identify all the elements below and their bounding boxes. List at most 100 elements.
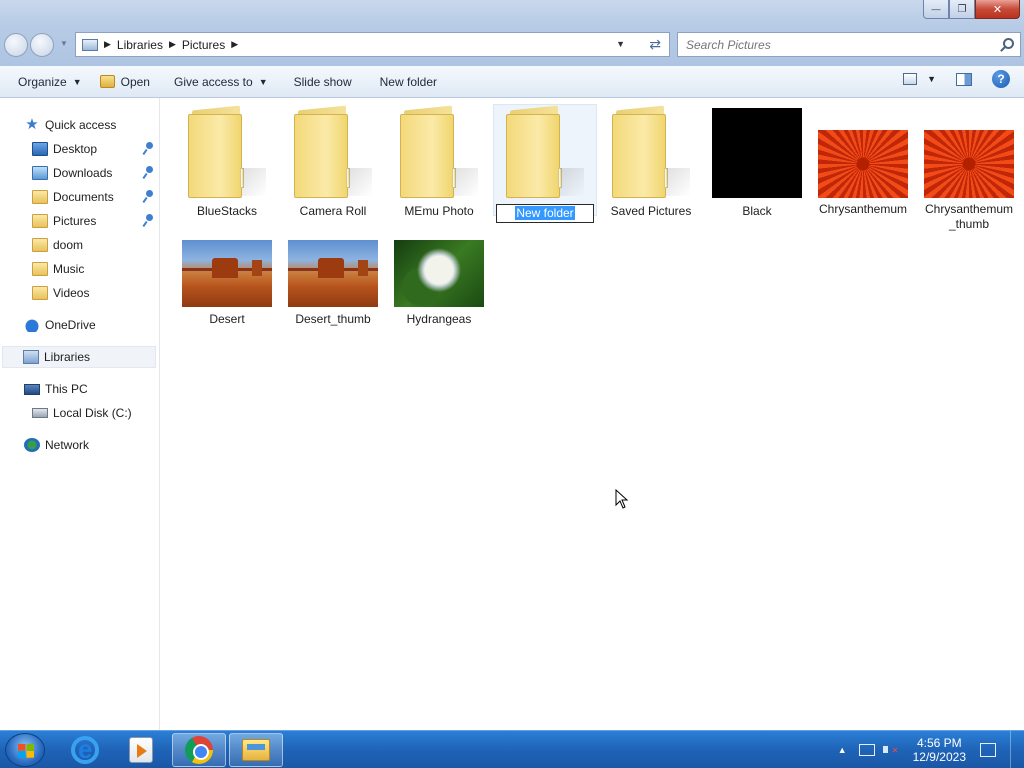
nav-item-desktop[interactable]: Desktop: [32, 138, 158, 160]
file-item[interactable]: Hydrangeas: [387, 240, 491, 327]
organize-button[interactable]: Organize ▼: [11, 70, 89, 94]
folder-icon: [184, 104, 270, 199]
downloads-folder-icon: [32, 166, 48, 180]
command-bar: Organize ▼ Open Give access to ▼ Slide sho…: [0, 66, 1024, 98]
slide-show-label: Slide show: [293, 74, 352, 89]
restore-button[interactable]: ❐: [949, 0, 975, 19]
clock-date: 12/9/2023: [912, 750, 966, 764]
nav-item-documents[interactable]: Documents: [32, 186, 158, 208]
view-dropdown-icon[interactable]: ▼: [927, 74, 936, 84]
nav-label: doom: [53, 238, 84, 252]
refresh-icon[interactable]: ⇄: [649, 36, 661, 53]
taskbar-file-explorer[interactable]: [229, 733, 283, 767]
nav-label: Videos: [53, 286, 90, 300]
network-icon: [24, 438, 40, 452]
address-bar[interactable]: ▶ Libraries ▶ Pictures ▶ ▼ ⇄: [75, 32, 670, 57]
nav-item-downloads[interactable]: Downloads: [32, 162, 158, 184]
view-controls: ▼ ?: [903, 70, 1024, 88]
nav-label: Desktop: [53, 142, 98, 156]
navigation-pane: ★ Quick access Desktop Downloads Documen…: [0, 98, 160, 730]
clock[interactable]: 4:56 PM 12/9/2023: [913, 736, 966, 764]
file-item[interactable]: Saved Pictures: [599, 104, 703, 219]
pin-icon: [143, 166, 154, 179]
preview-pane-icon[interactable]: [956, 72, 972, 86]
breadcrumb-pictures[interactable]: Pictures: [182, 38, 225, 52]
nav-label: Quick access: [45, 118, 117, 132]
file-name: Chrysanthemum _thumb: [917, 202, 1021, 232]
image-thumbnail: [288, 240, 378, 307]
open-button[interactable]: Open: [93, 70, 157, 94]
nav-local-disk[interactable]: Local Disk (C:): [32, 402, 158, 424]
nav-item-music[interactable]: Music: [32, 258, 158, 280]
chrome-icon: [185, 736, 213, 764]
image-thumbnail: [924, 130, 1014, 198]
nav-label: Network: [45, 438, 90, 452]
file-item[interactable]: Desert_thumb: [281, 240, 385, 327]
taskbar-internet-explorer[interactable]: [58, 733, 112, 767]
nav-label: This PC: [45, 382, 88, 396]
nav-item-videos[interactable]: Videos: [32, 282, 158, 304]
address-dropdown-icon[interactable]: ▼: [616, 39, 625, 49]
file-item[interactable]: Black: [705, 106, 809, 219]
start-button[interactable]: [5, 733, 45, 767]
close-button[interactable]: ✕: [975, 0, 1020, 19]
window-frame: — ❐ ✕ ▼ ▶ Libraries ▶ Pictures ▶ ▼ ⇄: [0, 0, 1024, 66]
show-desktop-button[interactable]: [1010, 731, 1024, 768]
window-controls: — ❐ ✕: [923, 0, 1020, 19]
file-item-selected[interactable]: New folder: [493, 104, 597, 223]
nav-this-pc[interactable]: This PC: [24, 378, 156, 400]
breadcrumb-libraries[interactable]: Libraries: [117, 38, 163, 52]
file-item[interactable]: BlueStacks: [175, 104, 279, 219]
file-item[interactable]: Desert: [175, 240, 279, 327]
file-name: Chrysanthemum: [818, 202, 908, 216]
rename-input[interactable]: New folder: [496, 204, 594, 223]
minimize-button[interactable]: —: [923, 0, 949, 19]
slide-show-button[interactable]: Slide show: [287, 70, 359, 94]
open-label: Open: [120, 74, 150, 89]
action-center-icon[interactable]: [980, 743, 996, 757]
nav-libraries[interactable]: Libraries: [2, 346, 156, 368]
volume-muted-icon[interactable]: [882, 743, 899, 757]
taskbar-chrome[interactable]: [172, 733, 226, 767]
file-name-line2: _thumb: [948, 217, 990, 231]
network-status-icon[interactable]: [858, 744, 875, 756]
file-item[interactable]: Camera Roll: [281, 104, 385, 219]
search-icon[interactable]: [1003, 38, 1014, 49]
forward-button[interactable]: [30, 33, 54, 57]
nav-label: Music: [53, 262, 85, 276]
taskbar-media-player[interactable]: [114, 733, 168, 767]
chevron-right-icon[interactable]: ▶: [169, 39, 176, 50]
back-button[interactable]: [4, 33, 28, 57]
library-icon: [82, 38, 98, 51]
recent-locations-dropdown[interactable]: ▼: [60, 39, 68, 48]
show-hidden-icons-icon[interactable]: ▲: [838, 745, 847, 755]
new-folder-button[interactable]: New folder: [373, 70, 444, 94]
folder-icon: [290, 104, 376, 199]
nav-onedrive[interactable]: OneDrive: [24, 314, 156, 336]
pin-icon: [143, 214, 154, 227]
give-access-button[interactable]: Give access to ▼: [167, 70, 275, 94]
nav-label: Pictures: [53, 214, 97, 228]
search-box[interactable]: [677, 32, 1021, 57]
file-item[interactable]: Chrysanthemum: [811, 106, 915, 217]
chevron-right-icon[interactable]: ▶: [231, 39, 238, 50]
nav-label: Downloads: [53, 166, 113, 180]
nav-item-pictures[interactable]: Pictures: [32, 210, 158, 232]
change-view-icon[interactable]: [903, 73, 918, 85]
pin-icon: [143, 142, 154, 155]
folder-icon: [502, 104, 588, 199]
file-name: MEmu Photo: [404, 204, 474, 218]
help-icon[interactable]: ?: [992, 70, 1010, 88]
file-name: Desert_thumb: [295, 312, 371, 326]
chevron-right-icon[interactable]: ▶: [104, 39, 111, 50]
file-item[interactable]: MEmu Photo: [387, 104, 491, 219]
minimize-icon: —: [931, 4, 941, 14]
file-item[interactable]: Chrysanthemum _thumb: [917, 106, 1021, 232]
nav-network[interactable]: Network: [24, 434, 156, 456]
close-icon: ✕: [992, 3, 1003, 16]
nav-quick-access[interactable]: ★ Quick access: [24, 114, 156, 136]
file-list: BlueStacks Camera Roll MEmu Photo New fo…: [161, 98, 1024, 730]
nav-label: OneDrive: [45, 318, 96, 332]
search-input[interactable]: [686, 37, 986, 52]
nav-item-doom[interactable]: doom: [32, 234, 158, 256]
